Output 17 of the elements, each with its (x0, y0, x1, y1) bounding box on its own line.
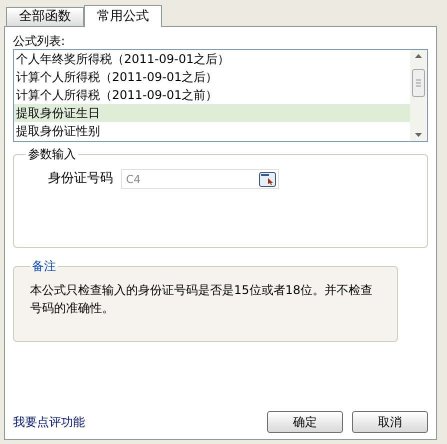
note-text: 本公式只检查输入的身份证号码是否是15位或者18位。并不检查号码的准确性。 (30, 282, 374, 317)
tab[interactable]: 常用公式 (84, 5, 162, 27)
scroll-thumb[interactable] (412, 68, 425, 96)
cell-picker-icon[interactable] (259, 172, 276, 186)
dialog-button[interactable]: 取消 (352, 411, 428, 433)
scroll-up-icon[interactable] (415, 54, 422, 58)
input-field[interactable]: C4 (121, 169, 279, 189)
group-title: 参数输入 (27, 146, 77, 163)
field-label: 身份证号码 (48, 170, 113, 188)
list-label: 公式列表: (13, 34, 66, 48)
feedback-link[interactable]: 我要点评功能 (13, 414, 85, 430)
scroll-down-icon[interactable] (415, 133, 422, 137)
list-item[interactable]: 提取身份证生日 (14, 104, 410, 122)
tab[interactable]: 全部函数 (6, 7, 84, 26)
note-title: 备注 (31, 258, 57, 275)
dialog-button[interactable]: 确定 (267, 411, 343, 433)
scrollbar[interactable] (410, 50, 427, 141)
